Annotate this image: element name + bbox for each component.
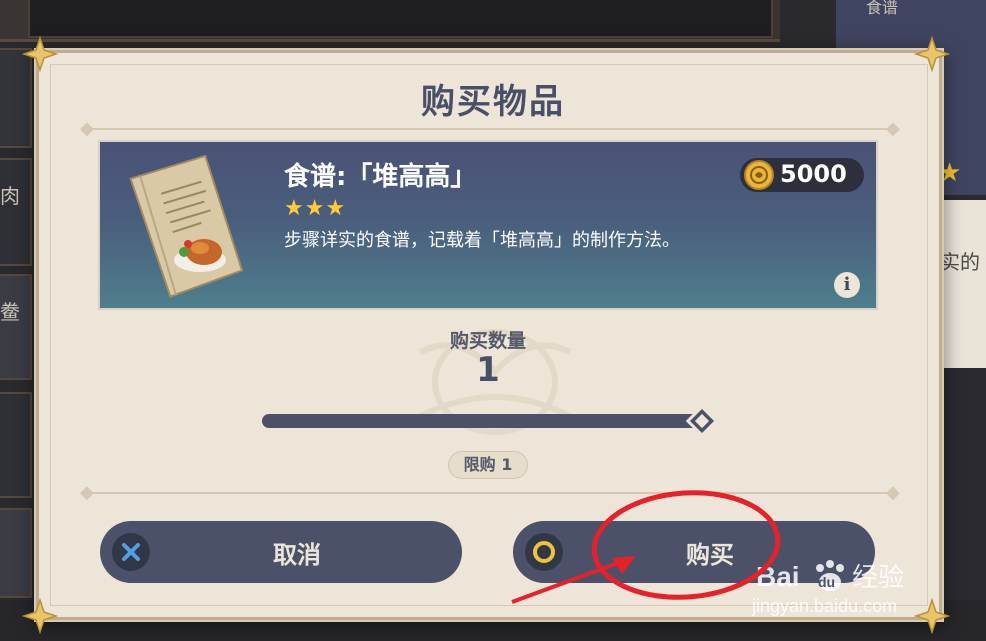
background-right-label: 食谱 [866, 0, 899, 17]
cancel-button-label: 取消 [273, 541, 321, 569]
dialog-title: 购买物品 [421, 82, 565, 122]
corner-ornament-icon [22, 36, 58, 72]
watermark-url: jingyan.baidu.com [752, 596, 898, 616]
rarity-stars: ★★★ [284, 196, 347, 221]
item-card: 食谱:「堆高高」 ★★★ 步骤详实的食谱，记载着「堆高高」的制作方法。 5000… [98, 140, 878, 310]
corner-ornament-icon [914, 36, 950, 72]
background-top-bar [0, 0, 780, 42]
background-left-tab [0, 392, 32, 498]
quantity-label: 购买数量 [449, 330, 526, 352]
divider-gem-icon: ◆ [80, 118, 94, 139]
divider [88, 492, 898, 494]
price-value: 5000 [780, 160, 847, 188]
baidu-jingyan-logo: Bai du 经验 [756, 560, 904, 593]
slider-thumb[interactable] [686, 405, 718, 437]
svg-text:Bai: Bai [756, 561, 800, 592]
svg-text:经验: 经验 [852, 563, 904, 593]
background-top-panel [28, 0, 773, 38]
corner-ornament-icon [22, 598, 58, 634]
background-left-tab [0, 508, 32, 598]
divider-gem-icon: ◆ [80, 482, 94, 503]
quantity-value: 1 [476, 350, 500, 390]
price-badge: 5000 [740, 158, 864, 192]
divider-gem-icon: ◆ [886, 482, 900, 503]
info-icon[interactable]: i [834, 272, 860, 298]
background-right-text: 实的 [940, 250, 980, 274]
item-description: 步骤详实的食谱，记载着「堆高高」的制作方法。 [284, 230, 680, 251]
cancel-button[interactable]: 取消 [100, 521, 462, 583]
mora-coin-icon [744, 160, 774, 190]
corner-ornament-icon [914, 598, 950, 634]
background-left-tab [0, 158, 32, 266]
recipe-scroll-icon [129, 154, 244, 298]
svg-text:du: du [818, 574, 835, 590]
divider [88, 128, 898, 130]
background-left-glyph: 鲞 [0, 300, 20, 324]
quantity-slider[interactable] [262, 414, 702, 428]
background-left-glyph: 肉 [0, 184, 20, 208]
divider-gem-icon: ◆ [886, 118, 900, 139]
purchase-limit-badge: 限购 1 [448, 451, 528, 479]
item-name: 食谱:「堆高高」 [284, 162, 477, 192]
